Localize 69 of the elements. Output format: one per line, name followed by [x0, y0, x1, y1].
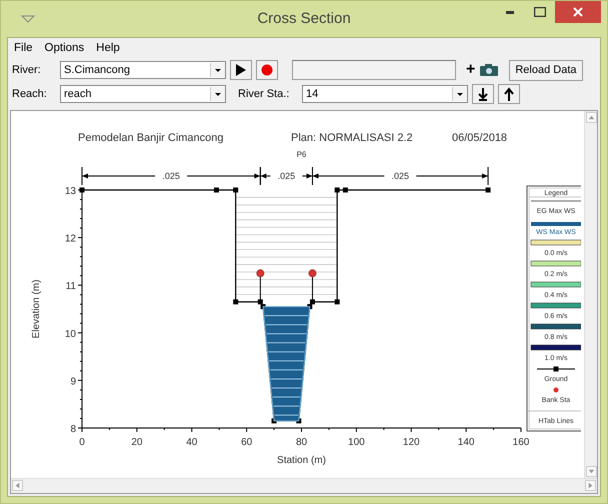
point: [214, 188, 219, 192]
y-tick-label: 13: [64, 186, 76, 197]
x-tick-label: 20: [131, 437, 142, 448]
point: [342, 188, 348, 192]
menu-item[interactable]: File: [14, 42, 33, 54]
x-axis-title: Station (m): [277, 455, 326, 466]
bank-station-marker: [308, 269, 316, 302]
play-icon: [236, 64, 246, 76]
manning-n-label: .025: [162, 171, 180, 181]
section-label: P6: [296, 150, 306, 159]
river-station-dropdown[interactable]: 14: [302, 85, 468, 103]
menu-item[interactable]: Help: [96, 42, 120, 54]
plot-title: Pemodelan Banjir Cimancong: [78, 132, 224, 144]
reach-label: Reach:: [12, 88, 48, 100]
river-dropdown[interactable]: S.Cimancong: [60, 61, 226, 79]
y-tick-label: 8: [70, 424, 76, 435]
close-icon: [573, 7, 583, 17]
plan-date: 06/05/2018: [452, 132, 508, 144]
point: [310, 299, 315, 304]
maximize-icon: [534, 7, 546, 17]
point: [486, 188, 491, 192]
vertical-scrollbar[interactable]: [584, 111, 597, 478]
record-icon: [261, 64, 273, 76]
up-arrow-icon: [504, 87, 514, 101]
next-down-button[interactable]: [472, 84, 494, 104]
point: [233, 299, 238, 304]
point: [256, 269, 264, 278]
play-button[interactable]: [230, 60, 252, 80]
x-tick-label: 100: [348, 437, 365, 448]
window-menu-icon[interactable]: [21, 15, 35, 23]
river-label: River:: [12, 64, 42, 76]
dropdown-caret-icon: [210, 63, 225, 77]
record-button[interactable]: [256, 60, 278, 80]
y-tick-label: 11: [66, 281, 76, 292]
point: [233, 188, 238, 192]
next-up-button[interactable]: [498, 84, 520, 104]
plan-name: Plan: NORMALISASI 2.2: [291, 132, 413, 144]
camera-icon[interactable]: [479, 63, 500, 77]
x-tick-label: 120: [402, 437, 420, 448]
x-tick-label: 80: [296, 437, 308, 448]
reload-data-button[interactable]: Reload Data: [509, 60, 582, 80]
legend-line-icon: [530, 200, 581, 202]
bank-station-marker: [256, 269, 264, 302]
manning-n-label: .025: [278, 171, 296, 181]
point: [334, 299, 340, 304]
dropdown-caret-icon: [452, 87, 467, 101]
menu-item[interactable]: Options: [44, 42, 84, 54]
y-tick-label: 9: [70, 376, 76, 388]
close-button[interactable]: [555, 1, 601, 23]
y-tick-label: 10: [64, 328, 76, 340]
x-tick-label: 140: [458, 437, 474, 448]
window-title: Cross Section: [257, 10, 351, 27]
y-axis-title: Elevation (m): [31, 280, 42, 338]
minimize-icon: [506, 10, 514, 14]
x-tick-label: 40: [186, 437, 198, 448]
manning-n-label: .025: [392, 171, 410, 181]
down-arrow-icon: [478, 87, 488, 101]
dropdown-caret-icon: [210, 87, 225, 101]
x-tick-label: 160: [512, 437, 530, 448]
point: [334, 188, 340, 192]
reach-dropdown[interactable]: reach: [60, 85, 226, 103]
river-station-label: River Sta.:: [238, 88, 290, 100]
horizontal-scrollbar[interactable]: [11, 478, 597, 493]
add-label: +: [466, 61, 476, 79]
x-tick-label: 60: [241, 437, 252, 448]
x-tick-label: 0: [79, 437, 85, 448]
point: [308, 269, 316, 278]
text-field[interactable]: [292, 60, 456, 80]
y-tick-label: 12: [64, 234, 76, 245]
